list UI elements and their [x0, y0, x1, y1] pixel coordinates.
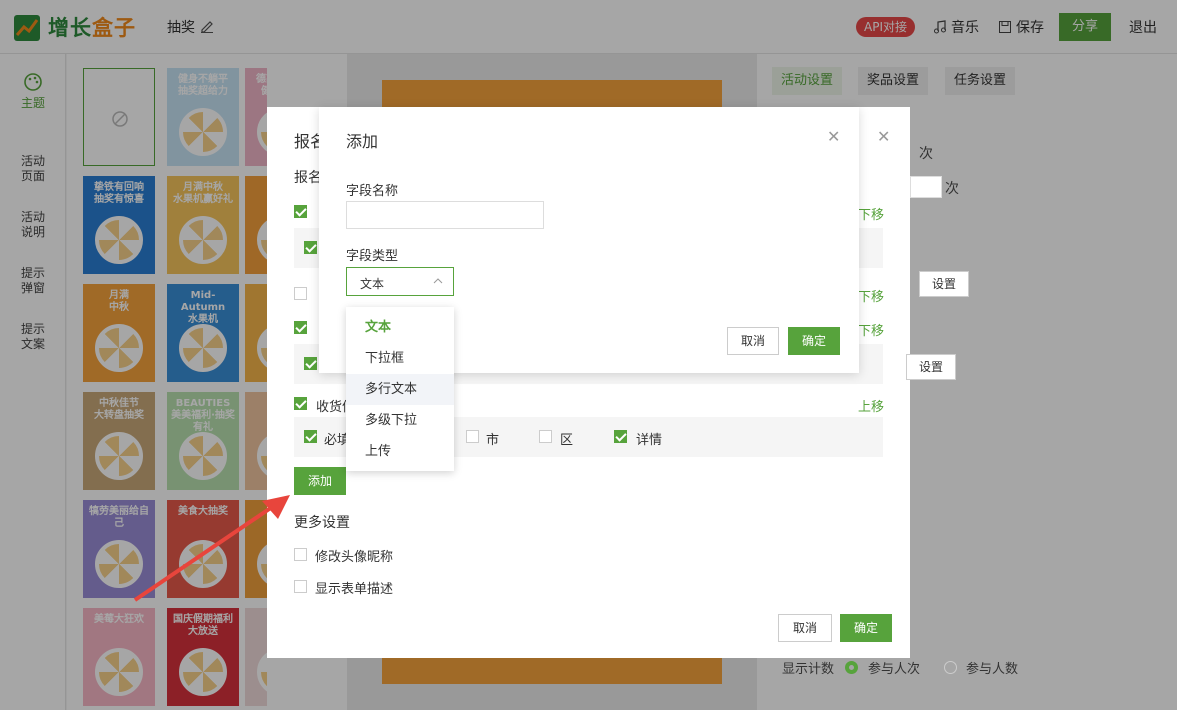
add-field-title: 添加: [346, 132, 379, 151]
add-ok-button[interactable]: 确定: [788, 327, 840, 355]
district-label: 区: [560, 433, 574, 448]
field-type-dropdown: 文本 下拉框 多行文本 多级下拉 上传: [346, 307, 454, 471]
close-icon[interactable]: ✕: [827, 127, 840, 146]
add-cancel-button[interactable]: 取消: [727, 327, 779, 355]
opt-desc-checkbox[interactable]: [294, 580, 307, 593]
field-checkbox-3[interactable]: [294, 321, 307, 334]
detail-label: 详情: [636, 433, 663, 448]
field-name-input[interactable]: [346, 201, 544, 229]
field-checkbox-shipping[interactable]: [294, 397, 307, 410]
chevron-up-icon: [433, 278, 443, 284]
move-down-3[interactable]: 下移: [858, 320, 884, 339]
times-unit: 次: [919, 146, 933, 162]
field-checkbox-1[interactable]: [294, 205, 307, 218]
signup-cancel-button[interactable]: 取消: [778, 614, 832, 642]
more-settings-title: 更多设置: [294, 515, 350, 531]
field-name-label: 字段名称: [346, 184, 399, 199]
field-type-select[interactable]: 文本: [346, 267, 454, 296]
show-count-label: 显示计数: [782, 662, 835, 677]
opt-desc-label: 显示表单描述: [315, 582, 394, 597]
required-checkbox[interactable]: [304, 430, 317, 443]
field-required-3[interactable]: [304, 357, 317, 370]
field-type-value: 文本: [360, 277, 385, 291]
times-input[interactable]: [910, 176, 942, 198]
city-label: 市: [486, 433, 500, 448]
radio-participants[interactable]: [944, 661, 957, 674]
annotation-arrow: [133, 495, 290, 602]
option-text[interactable]: 文本: [346, 312, 454, 343]
district-checkbox[interactable]: [539, 430, 552, 443]
move-down-1[interactable]: 下移: [858, 204, 884, 223]
option-textarea[interactable]: 多行文本: [346, 374, 454, 405]
show-count-row: 显示计数 参与人次 参与人数: [770, 652, 1170, 682]
radio-participants-label: 参与人数: [966, 662, 1019, 677]
field-checkbox-2[interactable]: [294, 287, 307, 300]
field-required-1[interactable]: [304, 241, 317, 254]
city-checkbox[interactable]: [466, 430, 479, 443]
add-field-button[interactable]: 添加: [294, 467, 346, 495]
opt-avatar-label: 修改头像昵称: [315, 550, 394, 565]
move-up-shipping[interactable]: 上移: [858, 396, 884, 415]
setting-button-1[interactable]: 设置: [919, 271, 969, 297]
radio-participations-label: 参与人次: [868, 662, 921, 677]
signup-subtitle: 报名: [294, 170, 322, 186]
move-down-2[interactable]: 下移: [858, 286, 884, 305]
option-upload[interactable]: 上传: [346, 436, 454, 467]
opt-avatar-checkbox[interactable]: [294, 548, 307, 561]
signup-ok-button[interactable]: 确定: [840, 614, 892, 642]
option-cascade[interactable]: 多级下拉: [346, 405, 454, 436]
radio-participations[interactable]: [845, 661, 858, 674]
close-icon[interactable]: ✕: [877, 127, 890, 146]
setting-button-2[interactable]: 设置: [906, 354, 956, 380]
detail-checkbox[interactable]: [614, 430, 627, 443]
field-type-label: 字段类型: [346, 249, 399, 264]
times-unit-2: 次: [945, 181, 959, 197]
option-select[interactable]: 下拉框: [346, 343, 454, 374]
